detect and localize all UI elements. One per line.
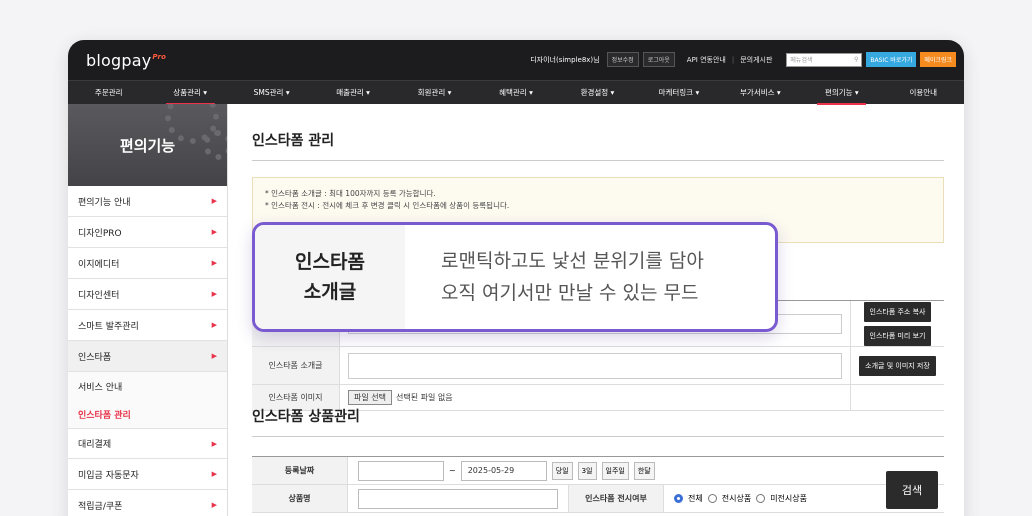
info-edit-button[interactable]: 정보수정 [606, 52, 639, 67]
nav-addon[interactable]: 부가서비스 ▾ [720, 81, 801, 105]
sidebar-title: 편의기능 [119, 136, 176, 155]
caret-right-icon: ▶ [211, 501, 217, 509]
caret-right-icon: ▶ [211, 228, 217, 236]
date-to-input[interactable]: 2025-05-29 [460, 460, 547, 481]
nav-product[interactable]: 상품관리 ▾ [149, 81, 230, 105]
radio-not-displayed[interactable] [756, 494, 766, 503]
caret-right-icon: ▶ [211, 352, 217, 360]
nav-member[interactable]: 회원관리 ▾ [394, 81, 475, 105]
menu-search-input[interactable]: 메뉴검색 ⚲ [786, 52, 863, 67]
caret-right-icon: ▶ [211, 259, 217, 267]
preview-button[interactable]: 인스타폼 미리 보기 [863, 325, 932, 346]
copy-address-button[interactable]: 인스타폼 주소 복사 [863, 301, 932, 322]
sidebar-item-designpro[interactable]: 디자인PRO ▶ [68, 217, 227, 248]
caret-right-icon: ▶ [211, 470, 217, 478]
sidebar-sub-instaform-manage[interactable]: 인스타폼 관리 [68, 400, 227, 428]
board-link[interactable]: 문의게시판 [740, 55, 772, 65]
sidebar-item-unpaid-sms[interactable]: 미입금 자동문자 ▶ [68, 459, 227, 490]
api-guide-link[interactable]: API 연동안내 [687, 55, 726, 65]
callout-text: 로맨틱하고도 낯선 분위기를 담아 오직 여기서만 만날 수 있는 무드 [441, 250, 704, 304]
range-today-button[interactable]: 당일 [551, 461, 573, 480]
sidebar-item-smartorder[interactable]: 스마트 발주관리 ▶ [68, 310, 227, 341]
date-from-input[interactable] [358, 460, 444, 481]
product-section-title: 인스타폼 상품관리 [252, 406, 944, 437]
intro-label: 인스타폼 소개글 [252, 347, 340, 384]
highlight-callout: 인스타폼 소개글 로맨틱하고도 낯선 분위기를 담아 오직 여기서만 만날 수 있는… [252, 222, 778, 332]
nav-order[interactable]: 주문관리 [68, 81, 149, 105]
save-intro-image-button[interactable]: 소개글 및 이미지 저장 [859, 355, 936, 376]
caret-right-icon: ▶ [211, 197, 217, 205]
basic-shortcut-button[interactable]: BASIC 바로가기 [866, 52, 917, 67]
nav-guide[interactable]: 이용안내 [883, 81, 964, 105]
sidebar: 편의기능 편의기능 안내 ▶ 디자인PRO ▶ 이지에디터 ▶ 디자인센터 ▶ 스마트 … [68, 104, 228, 516]
file-status: 선택된 파일 없음 [395, 393, 453, 402]
nav-sales[interactable]: 매출관리 ▾ [312, 81, 393, 105]
search-icon[interactable]: ⚲ [854, 56, 858, 63]
sidebar-item-guide[interactable]: 편의기능 안내 ▶ [68, 186, 227, 217]
page-title: 인스타폼 관리 [252, 104, 944, 161]
sidebar-item-proxy-pay[interactable]: 대리결제 ▶ [68, 428, 227, 459]
form-row-intro: 인스타폼 소개글 소개글 및 이미지 저장 [252, 347, 944, 385]
sidebar-item-designcenter[interactable]: 디자인센터 ▶ [68, 279, 227, 310]
sidebar-item-easyeditor[interactable]: 이지에디터 ▶ [68, 248, 227, 279]
callout-label: 인스타폼 소개글 [255, 225, 405, 329]
gear-icon [203, 130, 227, 160]
radio-all[interactable] [674, 494, 683, 503]
caret-right-icon: ▶ [211, 290, 217, 298]
nav-convenience[interactable]: 편의기능 ▾ [801, 81, 882, 105]
search-row-name: 상품명 인스타폼 전시여부 전체 전시상품 미전시상품 [252, 485, 944, 513]
nav-marketer[interactable]: 마케터링크 ▾ [638, 81, 719, 105]
product-name-input[interactable] [358, 488, 558, 509]
logo[interactable]: blogpayPro [86, 51, 166, 70]
file-select-button[interactable]: 파일 선택 [348, 390, 392, 405]
range-month-button[interactable]: 한달 [633, 461, 655, 480]
intro-textarea[interactable] [348, 352, 842, 379]
top-utilities: 디자이너(simple8x)님 정보수정 로그아웃 API 연동안내 | 문의게… [530, 52, 956, 67]
range-week-button[interactable]: 일주일 [601, 461, 629, 480]
radio-displayed[interactable] [707, 494, 717, 503]
search-button[interactable]: 검색 [886, 471, 938, 509]
nav-settings[interactable]: 환경설정 ▾ [557, 81, 638, 105]
sidebar-item-points-coupon[interactable]: 적립금/쿠폰 ▶ [68, 490, 227, 516]
logout-button[interactable]: 로그아웃 [642, 52, 675, 67]
caret-right-icon: ▶ [211, 321, 217, 329]
main-nav: 주문관리 상품관리 ▾ SMS관리 ▾ 매출관리 ▾ 회원관리 ▾ 혜택관리 ▾… [68, 80, 964, 105]
top-bar: blogpayPro 디자이너(simple8x)님 정보수정 로그아웃 API… [68, 40, 964, 80]
makelink-button[interactable]: 메이크링크 [920, 52, 956, 67]
sidebar-item-instaform[interactable]: 인스타폼 ▶ [68, 341, 227, 372]
user-name: 디자이너(simple8x)님 [530, 55, 600, 64]
sidebar-sub-service[interactable]: 서비스 안내 [68, 372, 227, 400]
product-search-form: 등록날짜 ~ 2025-05-29 당일 3일 일주일 한달 상품명 인스타폼 … [252, 456, 944, 513]
nav-benefit[interactable]: 혜택관리 ▾ [475, 81, 556, 105]
caret-right-icon: ▶ [211, 439, 217, 448]
search-row-date: 등록날짜 ~ 2025-05-29 당일 3일 일주일 한달 [252, 457, 944, 485]
range-3day-button[interactable]: 3일 [577, 461, 597, 480]
nav-sms[interactable]: SMS관리 ▾ [231, 81, 312, 105]
sidebar-header: 편의기능 [68, 104, 227, 186]
